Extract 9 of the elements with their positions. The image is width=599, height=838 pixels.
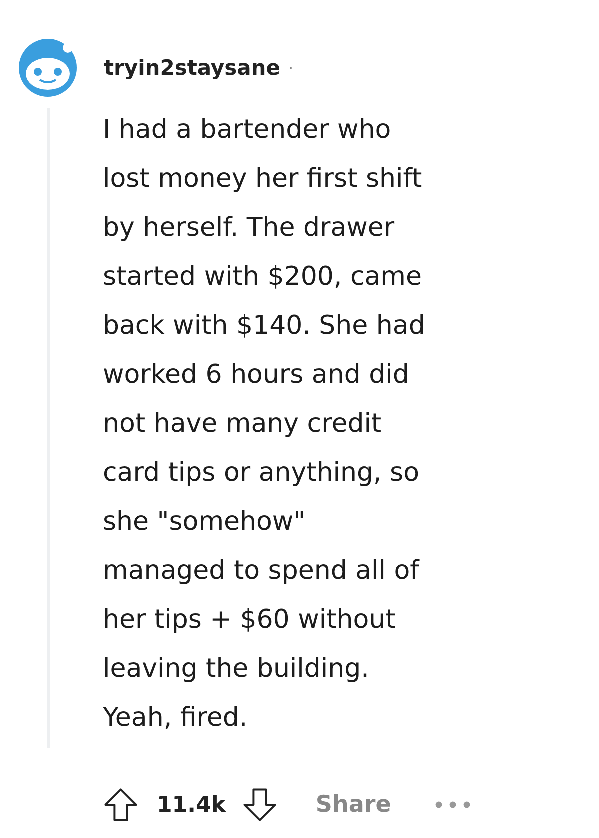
separator-dot: · <box>288 58 294 78</box>
share-button[interactable]: Share <box>316 792 392 818</box>
username[interactable]: tryin2staysane <box>104 56 280 80</box>
upvote-icon[interactable] <box>103 787 139 823</box>
downvote-icon[interactable] <box>242 787 278 823</box>
more-options-icon[interactable] <box>435 801 472 809</box>
vote-count: 11.4k <box>157 792 226 818</box>
comment-text: I had a bartender who lost money her first shift by herself. The drawer started with $200, came back with $140. She had worked 6 hours and did not have many credit card tips or anything, so she "somehow" managed to spend all of her tips + $60 without leaving the building. Yeah, fired. <box>103 114 426 735</box>
avatar-icon <box>18 38 78 98</box>
